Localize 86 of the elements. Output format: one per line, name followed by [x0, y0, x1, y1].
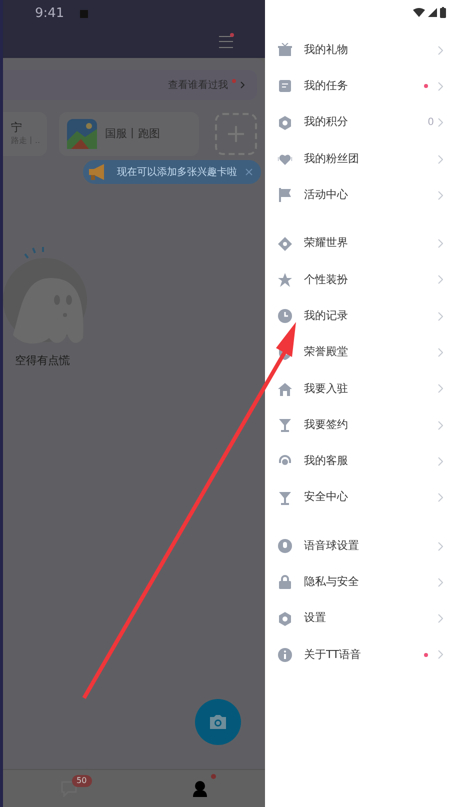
- notification-icon: [80, 10, 88, 18]
- card-title: 国服丨跑图: [105, 126, 160, 142]
- diamond-icon: [278, 236, 292, 251]
- menu-label: 我的客服: [304, 453, 349, 470]
- chat-icon: [60, 780, 78, 797]
- menu-item[interactable]: 设置: [265, 600, 455, 637]
- menu-label: 设置: [304, 610, 327, 626]
- menu-item[interactable]: 我的粉丝团: [265, 140, 455, 178]
- hexagon-icon: [278, 116, 292, 130]
- menu-item[interactable]: 荣耀世界: [265, 225, 455, 262]
- wifi-icon: [413, 8, 425, 16]
- card-title: 宁: [11, 121, 23, 135]
- chevron-icon: [438, 239, 443, 248]
- chevron-icon: [240, 81, 245, 89]
- count-badge: 50: [72, 775, 92, 787]
- settings-icon: [278, 612, 292, 626]
- menu-label: 我的礼物: [304, 42, 349, 58]
- menu-item[interactable]: 隐私与安全: [265, 564, 455, 600]
- menu-item[interactable]: 我的任务: [265, 68, 455, 105]
- menu-value: 0: [428, 116, 434, 130]
- chevron-icon: [438, 384, 443, 394]
- menu-item[interactable]: 我的客服: [265, 443, 455, 480]
- note-icon: [278, 79, 292, 94]
- chevron-icon: [438, 420, 443, 430]
- tip-text: 现在可以添加多张兴趣卡啦: [117, 166, 237, 180]
- menu-item[interactable]: 我要签约: [265, 406, 455, 444]
- gift-icon: [278, 43, 292, 58]
- chevron-icon: [438, 46, 443, 55]
- chevron-icon: [438, 190, 443, 200]
- menu-label: 安全中心: [304, 489, 349, 506]
- menu-label: 活动中心: [304, 187, 349, 204]
- add-card-button[interactable]: [215, 113, 257, 155]
- menu-label: 荣誉殿堂: [304, 344, 349, 360]
- clock-icon: [278, 309, 292, 324]
- chevron-icon: [438, 82, 443, 91]
- menu-item[interactable]: 我的礼物: [265, 32, 455, 68]
- cup-icon: [278, 490, 292, 505]
- signal-icon: [428, 8, 437, 16]
- chevron-icon: [438, 456, 443, 466]
- cup-icon: [278, 418, 292, 432]
- menu-item[interactable]: 语音球设置: [265, 528, 455, 564]
- menu-label: 语音球设置: [304, 538, 360, 554]
- heart-icon: [278, 152, 292, 166]
- camera-icon: [208, 714, 228, 730]
- menu-item[interactable]: 安全中心: [265, 480, 455, 516]
- menu-item[interactable]: 关于TT语音: [265, 636, 455, 674]
- menu-label: 关于TT语音: [304, 646, 362, 663]
- menu-label: 个性装扮: [304, 272, 349, 288]
- chevron-icon: [438, 275, 443, 284]
- lock-icon: [278, 575, 292, 590]
- menu-item[interactable]: 我的积分 0: [265, 104, 455, 141]
- menu-label: 我的记录: [304, 308, 349, 324]
- menu-item[interactable]: 活动中心: [265, 177, 455, 214]
- menu-icon[interactable]: [219, 36, 233, 48]
- chevron-icon: [438, 348, 443, 358]
- chevron-icon: [438, 578, 443, 587]
- house-icon: [278, 382, 292, 396]
- chevron-icon: [438, 118, 443, 128]
- chevron-icon: [438, 154, 443, 164]
- plus-icon: [228, 126, 244, 142]
- menu-label: 我要入驻: [304, 380, 349, 397]
- chevron-icon: [438, 614, 443, 624]
- chevron-icon: [438, 650, 443, 660]
- menu-label: 隐私与安全: [304, 574, 360, 590]
- info-icon: [278, 648, 292, 662]
- chevron-icon: [438, 542, 443, 550]
- flag-icon: [278, 188, 292, 202]
- chevron-icon: [438, 312, 443, 321]
- star-icon: [278, 272, 292, 287]
- menu-label: 我要签约: [304, 416, 349, 433]
- menu-item[interactable]: 个性装扮: [265, 262, 455, 298]
- close-icon[interactable]: [245, 168, 253, 176]
- menu-label: 我的粉丝团: [304, 150, 360, 167]
- empty-state-text: 空得有点慌: [15, 353, 70, 369]
- battery-icon: [440, 6, 446, 18]
- person-icon: [192, 780, 208, 797]
- menu-label: 荣耀世界: [304, 235, 349, 252]
- tab-button[interactable]: 50: [3, 770, 134, 807]
- camera-button[interactable]: [195, 699, 241, 745]
- menu-item[interactable]: 我的记录: [265, 298, 455, 334]
- chevron-icon: [438, 493, 443, 502]
- menu-label: 我的积分: [304, 114, 349, 130]
- menu-item[interactable]: 我要入驻: [265, 370, 455, 407]
- menu-label: 我的任务: [304, 78, 349, 94]
- status-time: 9:41: [35, 5, 64, 23]
- microphone-icon: [278, 539, 292, 553]
